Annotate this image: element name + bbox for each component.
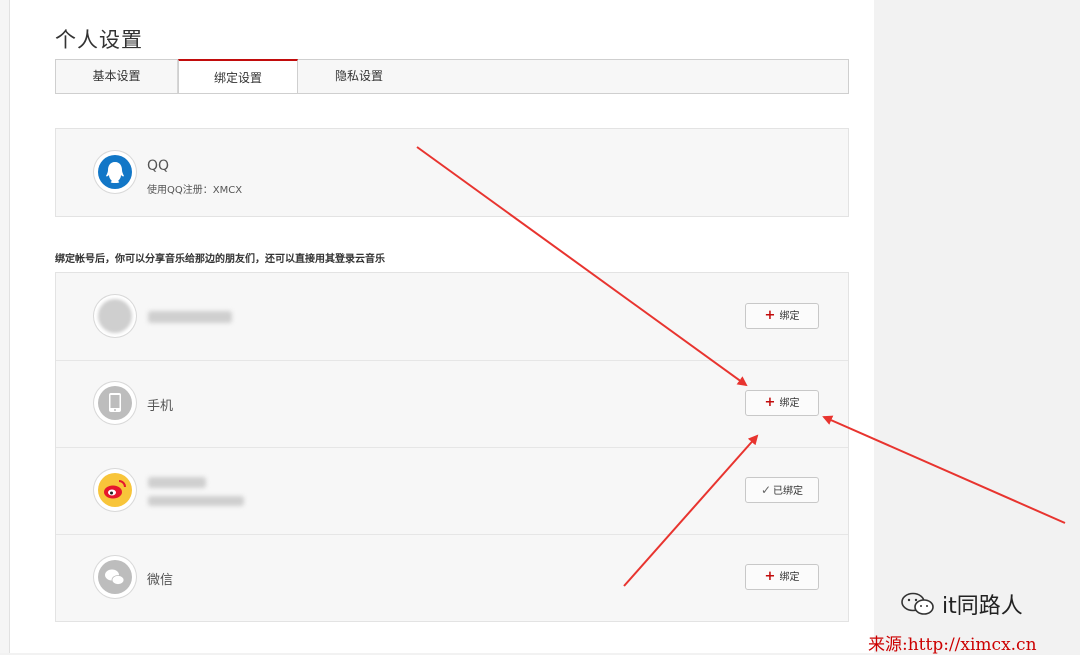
left-gutter (0, 0, 9, 653)
binding-row-wechat: 微信 + 绑定 (56, 534, 848, 621)
bind-phone-button[interactable]: + 绑定 (745, 390, 819, 416)
qq-account-detail: 使用QQ注册：XMCX (147, 185, 243, 196)
phone-label: 手机 (147, 399, 174, 414)
binding-hint: 绑定帐号后，你可以分享音乐给那边的朋友们，还可以直接用其登录云音乐 (55, 254, 385, 265)
tab-basic-settings[interactable]: 基本设置 (56, 60, 178, 93)
blurred-account-icon (94, 295, 136, 337)
watermark: it同路人 (900, 588, 1023, 623)
bind-button[interactable]: + 绑定 (745, 303, 819, 329)
binding-row-weibo: ✓ 已绑定 (56, 447, 848, 535)
blurred-weibo-detail (148, 496, 244, 506)
bind-wechat-button[interactable]: + 绑定 (745, 564, 819, 590)
qq-account-card: QQ 使用QQ注册：XMCX (55, 128, 849, 217)
qq-account-name: QQ (147, 158, 170, 174)
chat-bubble-icon (900, 591, 936, 623)
blurred-account-name (148, 311, 232, 323)
right-blank-area (874, 0, 1080, 653)
tab-binding-settings[interactable]: 绑定设置 (178, 59, 298, 93)
binding-list: + 绑定 手机 + 绑定 ✓ 已绑定 微信 + 绑定 (55, 272, 849, 622)
phone-icon (94, 382, 136, 424)
tab-privacy-settings[interactable]: 隐私设置 (299, 60, 419, 93)
wechat-icon (94, 556, 136, 598)
settings-panel: 个人设置 基本设置 绑定设置 隐私设置 QQ 使用QQ注册：XMCX 绑定帐号后… (9, 0, 875, 653)
binding-row-blurred: + 绑定 (56, 273, 848, 361)
source-credit: 来源:http://ximcx.cn (868, 635, 1037, 655)
page-title: 个人设置 (55, 28, 143, 52)
blurred-weibo-name (148, 477, 206, 488)
qq-icon (94, 151, 136, 193)
wechat-label: 微信 (147, 573, 174, 588)
weibo-icon (94, 469, 136, 511)
settings-tabs: 基本设置 绑定设置 隐私设置 (55, 59, 849, 94)
watermark-text: it同路人 (942, 594, 1023, 619)
binding-row-phone: 手机 + 绑定 (56, 360, 848, 448)
bound-weibo-button[interactable]: ✓ 已绑定 (745, 477, 819, 503)
